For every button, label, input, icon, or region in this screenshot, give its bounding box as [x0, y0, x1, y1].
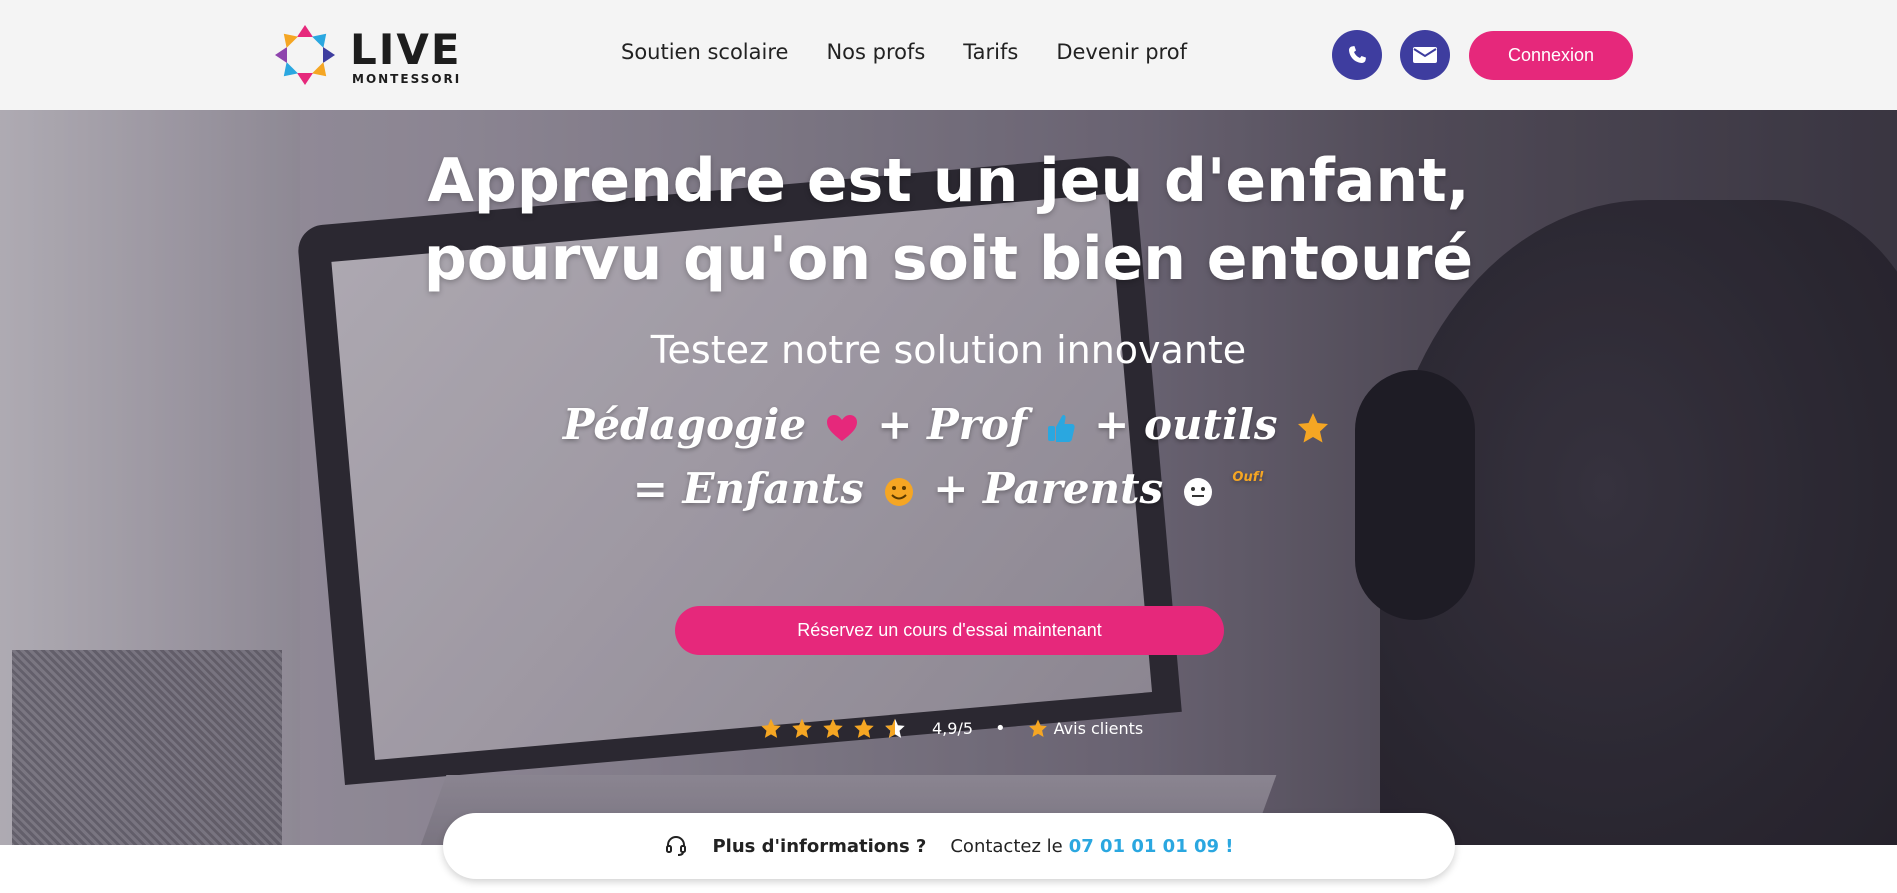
- headset-icon: [664, 834, 688, 858]
- rating-bar: 4,9/5 • Avis clients: [760, 716, 1143, 740]
- formula-ouf: Ouf!: [1232, 470, 1265, 485]
- hero-title: Apprendre est un jeu d'enfant, pourvu qu…: [0, 142, 1897, 298]
- star-icon: [854, 718, 874, 738]
- info-phone-link[interactable]: 07 01 01 01 09 !: [1069, 836, 1234, 857]
- smiley-icon: [884, 478, 913, 506]
- main-nav: Soutien scolaire Nos profs Tarifs Deveni…: [621, 40, 1187, 64]
- formula-line-2: = Enfants + Parents Ouf!: [0, 464, 1897, 513]
- logo-subtitle: MONTESSORI: [352, 72, 462, 86]
- formula-plus-2: +: [1094, 400, 1130, 449]
- customer-reviews-label: Avis clients: [1053, 718, 1144, 738]
- nav-soutien-scolaire[interactable]: Soutien scolaire: [621, 40, 788, 64]
- star-icon: [792, 718, 812, 738]
- logo-wordmark: LIVE: [350, 25, 462, 74]
- nav-devenir-prof[interactable]: Devenir prof: [1056, 40, 1187, 64]
- nav-tarifs[interactable]: Tarifs: [963, 40, 1018, 64]
- formula-parents: Parents: [983, 464, 1164, 513]
- formula-enfants: Enfants: [682, 464, 864, 513]
- mail-button[interactable]: [1400, 30, 1450, 80]
- hero-section: Apprendre est un jeu d'enfant, pourvu qu…: [0, 110, 1897, 845]
- logo[interactable]: LIVE MONTESSORI: [272, 22, 472, 88]
- nav-nos-profs[interactable]: Nos profs: [826, 40, 925, 64]
- customer-reviews-link[interactable]: Avis clients: [1028, 718, 1144, 738]
- star-icon: [823, 718, 843, 738]
- hero-subtitle: Testez notre solution innovante: [650, 328, 1247, 372]
- formula-plus-3: +: [933, 464, 969, 513]
- logo-flower-icon: [275, 25, 335, 85]
- contact-info-bar: Plus d'informations ? Contactez le 07 01…: [443, 813, 1455, 879]
- site-header: LIVE MONTESSORI Soutien scolaire Nos pro…: [0, 0, 1897, 110]
- info-question: Plus d'informations ?: [712, 835, 927, 857]
- thumbs-up-icon: [1047, 414, 1075, 442]
- hero-title-line-1: Apprendre est un jeu d'enfant,: [427, 146, 1470, 216]
- formula-pedagogie: Pédagogie: [562, 400, 807, 449]
- half-star-icon: [885, 718, 905, 738]
- star-icon: [1298, 413, 1329, 443]
- rating-stars: [760, 718, 906, 739]
- phone-button[interactable]: [1332, 30, 1382, 80]
- phone-icon: [1349, 46, 1366, 63]
- rating-value: 4,9/5: [932, 718, 974, 738]
- info-contact-text: Contactez le: [950, 835, 1063, 857]
- hero-title-line-2: pourvu qu'on soit bien entouré: [423, 224, 1474, 294]
- rating-separator: •: [995, 717, 1006, 739]
- formula-prof: Prof: [927, 400, 1027, 449]
- book-trial-button[interactable]: Réservez un cours d'essai maintenant: [675, 606, 1224, 655]
- heart-icon: [826, 415, 857, 441]
- formula-outils: outils: [1144, 400, 1278, 449]
- formula-plus-1: +: [877, 400, 913, 449]
- star-icon: [761, 718, 781, 738]
- formula-equals: =: [632, 464, 668, 513]
- login-button[interactable]: Connexion: [1469, 31, 1633, 80]
- star-icon: [1028, 719, 1047, 737]
- formula-line-1: Pédagogie + Prof + outils: [0, 400, 1897, 449]
- mail-icon: [1413, 47, 1437, 63]
- relieved-face-icon: [1183, 478, 1212, 506]
